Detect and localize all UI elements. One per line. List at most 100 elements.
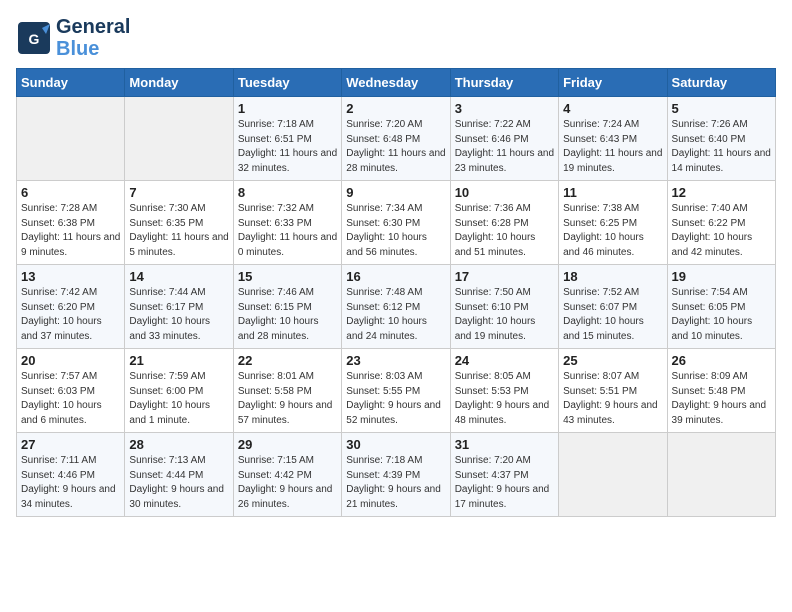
calendar-cell xyxy=(559,433,667,517)
calendar-cell xyxy=(125,97,233,181)
calendar-cell: 12 Sunrise: 7:40 AMSunset: 6:22 PMDayligh… xyxy=(667,181,775,265)
day-info: Sunrise: 7:28 AMSunset: 6:38 PMDaylight:… xyxy=(21,202,120,260)
calendar-cell: 28 Sunrise: 7:13 AMSunset: 4:44 PMDayligh… xyxy=(125,433,233,517)
day-number: 5 xyxy=(672,101,771,116)
day-info: Sunrise: 8:03 AMSunset: 5:55 PMDaylight:… xyxy=(346,370,445,428)
day-info: Sunrise: 8:09 AMSunset: 5:48 PMDaylight:… xyxy=(672,370,771,428)
day-number: 26 xyxy=(672,353,771,368)
day-info: Sunrise: 7:48 AMSunset: 6:12 PMDaylight:… xyxy=(346,286,445,344)
calendar-table: SundayMondayTuesdayWednesdayThursdayFrid… xyxy=(16,68,776,517)
calendar-cell: 14Sunrise: 7:44 AMSunset: 6:17 PMDayligh… xyxy=(125,265,233,349)
day-number: 16 xyxy=(346,269,445,284)
day-number: 13 xyxy=(21,269,120,284)
header-day-saturday: Saturday xyxy=(667,69,775,97)
day-number: 7 xyxy=(129,185,228,200)
calendar-cell: 22Sunrise: 8:01 AMSunset: 5:58 PMDayligh… xyxy=(233,349,341,433)
day-info: Sunrise: 7:18 AMSunset: 4:39 PMDaylight:… xyxy=(346,454,445,512)
day-info: Sunrise: 7:34 AMSunset: 6:30 PMDaylight:… xyxy=(346,202,445,260)
day-number: 4 xyxy=(563,101,662,116)
day-info: Sunrise: 7:22 AMSunset: 6:46 PMDaylight:… xyxy=(455,118,554,176)
calendar-cell: 2Sunrise: 7:20 AMSunset: 6:48 PMDaylight… xyxy=(342,97,450,181)
calendar-header-row: SundayMondayTuesdayWednesdayThursdayFrid… xyxy=(17,69,776,97)
day-info: Sunrise: 7:26 AMSunset: 6:40 PMDaylight:… xyxy=(672,118,771,176)
day-info: Sunrise: 7:57 AMSunset: 6:03 PMDaylight:… xyxy=(21,370,120,428)
calendar-cell: 17 Sunrise: 7:50 AMSunset: 6:10 PMDayligh… xyxy=(450,265,558,349)
calendar-cell: 18Sunrise: 7:52 AMSunset: 6:07 PMDayligh… xyxy=(559,265,667,349)
day-info: Sunrise: 7:18 AMSunset: 6:51 PMDaylight:… xyxy=(238,118,337,176)
calendar-cell: 26 Sunrise: 8:09 AMSunset: 5:48 PMDayligh… xyxy=(667,349,775,433)
day-number: 11 xyxy=(563,185,662,200)
day-number: 6 xyxy=(21,185,120,200)
calendar-cell: 11 Sunrise: 7:38 AMSunset: 6:25 PMDayligh… xyxy=(559,181,667,265)
calendar-cell: 25 Sunrise: 8:07 AMSunset: 5:51 PMDayligh… xyxy=(559,349,667,433)
day-number: 30 xyxy=(346,437,445,452)
calendar-cell: 8 Sunrise: 7:32 AMSunset: 6:33 PMDaylight… xyxy=(233,181,341,265)
header-day-sunday: Sunday xyxy=(17,69,125,97)
header-day-wednesday: Wednesday xyxy=(342,69,450,97)
header: G General Blue xyxy=(16,16,776,60)
calendar-cell: 19 Sunrise: 7:54 AMSunset: 6:05 PMDayligh… xyxy=(667,265,775,349)
day-number: 23 xyxy=(346,353,445,368)
day-number: 31 xyxy=(455,437,554,452)
calendar-cell: 30 Sunrise: 7:18 AMSunset: 4:39 PMDayligh… xyxy=(342,433,450,517)
day-info: Sunrise: 7:38 AMSunset: 6:25 PMDaylight:… xyxy=(563,202,662,260)
day-number: 3 xyxy=(455,101,554,116)
day-info: Sunrise: 8:01 AMSunset: 5:58 PMDaylight:… xyxy=(238,370,337,428)
calendar-cell: 5 Sunrise: 7:26 AMSunset: 6:40 PMDaylight… xyxy=(667,97,775,181)
calendar-cell: 16 Sunrise: 7:48 AMSunset: 6:12 PMDayligh… xyxy=(342,265,450,349)
calendar-cell xyxy=(667,433,775,517)
day-number: 27 xyxy=(21,437,120,452)
day-info: Sunrise: 7:13 AMSunset: 4:44 PMDaylight:… xyxy=(129,454,228,512)
day-number: 25 xyxy=(563,353,662,368)
calendar-week-2: 6 Sunrise: 7:28 AMSunset: 6:38 PMDaylight… xyxy=(17,181,776,265)
day-number: 24 xyxy=(455,353,554,368)
day-info: Sunrise: 7:42 AMSunset: 6:20 PMDaylight:… xyxy=(21,286,120,344)
day-number: 17 xyxy=(455,269,554,284)
day-info: Sunrise: 8:07 AMSunset: 5:51 PMDaylight:… xyxy=(563,370,662,428)
day-number: 8 xyxy=(238,185,337,200)
calendar-week-4: 20 Sunrise: 7:57 AMSunset: 6:03 PMDayligh… xyxy=(17,349,776,433)
day-info: Sunrise: 7:32 AMSunset: 6:33 PMDaylight:… xyxy=(238,202,337,260)
day-number: 12 xyxy=(672,185,771,200)
header-day-thursday: Thursday xyxy=(450,69,558,97)
calendar-cell: 31 Sunrise: 7:20 AMSunset: 4:37 PMDayligh… xyxy=(450,433,558,517)
svg-text:G: G xyxy=(29,31,40,47)
logo-name-line2: Blue xyxy=(56,38,130,60)
calendar-cell: 6 Sunrise: 7:28 AMSunset: 6:38 PMDaylight… xyxy=(17,181,125,265)
header-day-monday: Monday xyxy=(125,69,233,97)
day-number: 1 xyxy=(238,101,337,116)
day-number: 15 xyxy=(238,269,337,284)
day-info: Sunrise: 7:52 AMSunset: 6:07 PMDaylight:… xyxy=(563,286,662,344)
day-info: Sunrise: 7:11 AMSunset: 4:46 PMDaylight:… xyxy=(21,454,120,512)
day-info: Sunrise: 7:54 AMSunset: 6:05 PMDaylight:… xyxy=(672,286,771,344)
day-info: Sunrise: 7:44 AMSunset: 6:17 PMDaylight:… xyxy=(129,286,228,344)
day-number: 9 xyxy=(346,185,445,200)
calendar-cell: 13 Sunrise: 7:42 AMSunset: 6:20 PMDayligh… xyxy=(17,265,125,349)
logo: G General Blue xyxy=(16,16,130,60)
calendar-cell: 29Sunrise: 7:15 AMSunset: 4:42 PMDayligh… xyxy=(233,433,341,517)
logo-name-line1: General xyxy=(56,16,130,38)
day-number: 21 xyxy=(129,353,228,368)
header-day-tuesday: Tuesday xyxy=(233,69,341,97)
calendar-week-1: 1 Sunrise: 7:18 AMSunset: 6:51 PMDaylight… xyxy=(17,97,776,181)
day-number: 20 xyxy=(21,353,120,368)
day-info: Sunrise: 7:20 AMSunset: 4:37 PMDaylight:… xyxy=(455,454,554,512)
calendar-cell: 3 Sunrise: 7:22 AMSunset: 6:46 PMDaylight… xyxy=(450,97,558,181)
calendar-cell xyxy=(17,97,125,181)
day-number: 10 xyxy=(455,185,554,200)
day-number: 28 xyxy=(129,437,228,452)
day-info: Sunrise: 7:46 AMSunset: 6:15 PMDaylight:… xyxy=(238,286,337,344)
day-info: Sunrise: 8:05 AMSunset: 5:53 PMDaylight:… xyxy=(455,370,554,428)
calendar-cell: 7Sunrise: 7:30 AMSunset: 6:35 PMDaylight… xyxy=(125,181,233,265)
calendar-week-3: 13 Sunrise: 7:42 AMSunset: 6:20 PMDayligh… xyxy=(17,265,776,349)
day-info: Sunrise: 7:40 AMSunset: 6:22 PMDaylight:… xyxy=(672,202,771,260)
calendar-cell: 20 Sunrise: 7:57 AMSunset: 6:03 PMDayligh… xyxy=(17,349,125,433)
calendar-cell: 24 Sunrise: 8:05 AMSunset: 5:53 PMDayligh… xyxy=(450,349,558,433)
day-info: Sunrise: 7:50 AMSunset: 6:10 PMDaylight:… xyxy=(455,286,554,344)
calendar-cell: 10Sunrise: 7:36 AMSunset: 6:28 PMDayligh… xyxy=(450,181,558,265)
day-number: 19 xyxy=(672,269,771,284)
calendar-week-5: 27 Sunrise: 7:11 AMSunset: 4:46 PMDayligh… xyxy=(17,433,776,517)
day-info: Sunrise: 7:20 AMSunset: 6:48 PMDaylight:… xyxy=(346,118,445,176)
calendar-cell: 15 Sunrise: 7:46 AMSunset: 6:15 PMDayligh… xyxy=(233,265,341,349)
calendar-cell: 21Sunrise: 7:59 AMSunset: 6:00 PMDayligh… xyxy=(125,349,233,433)
